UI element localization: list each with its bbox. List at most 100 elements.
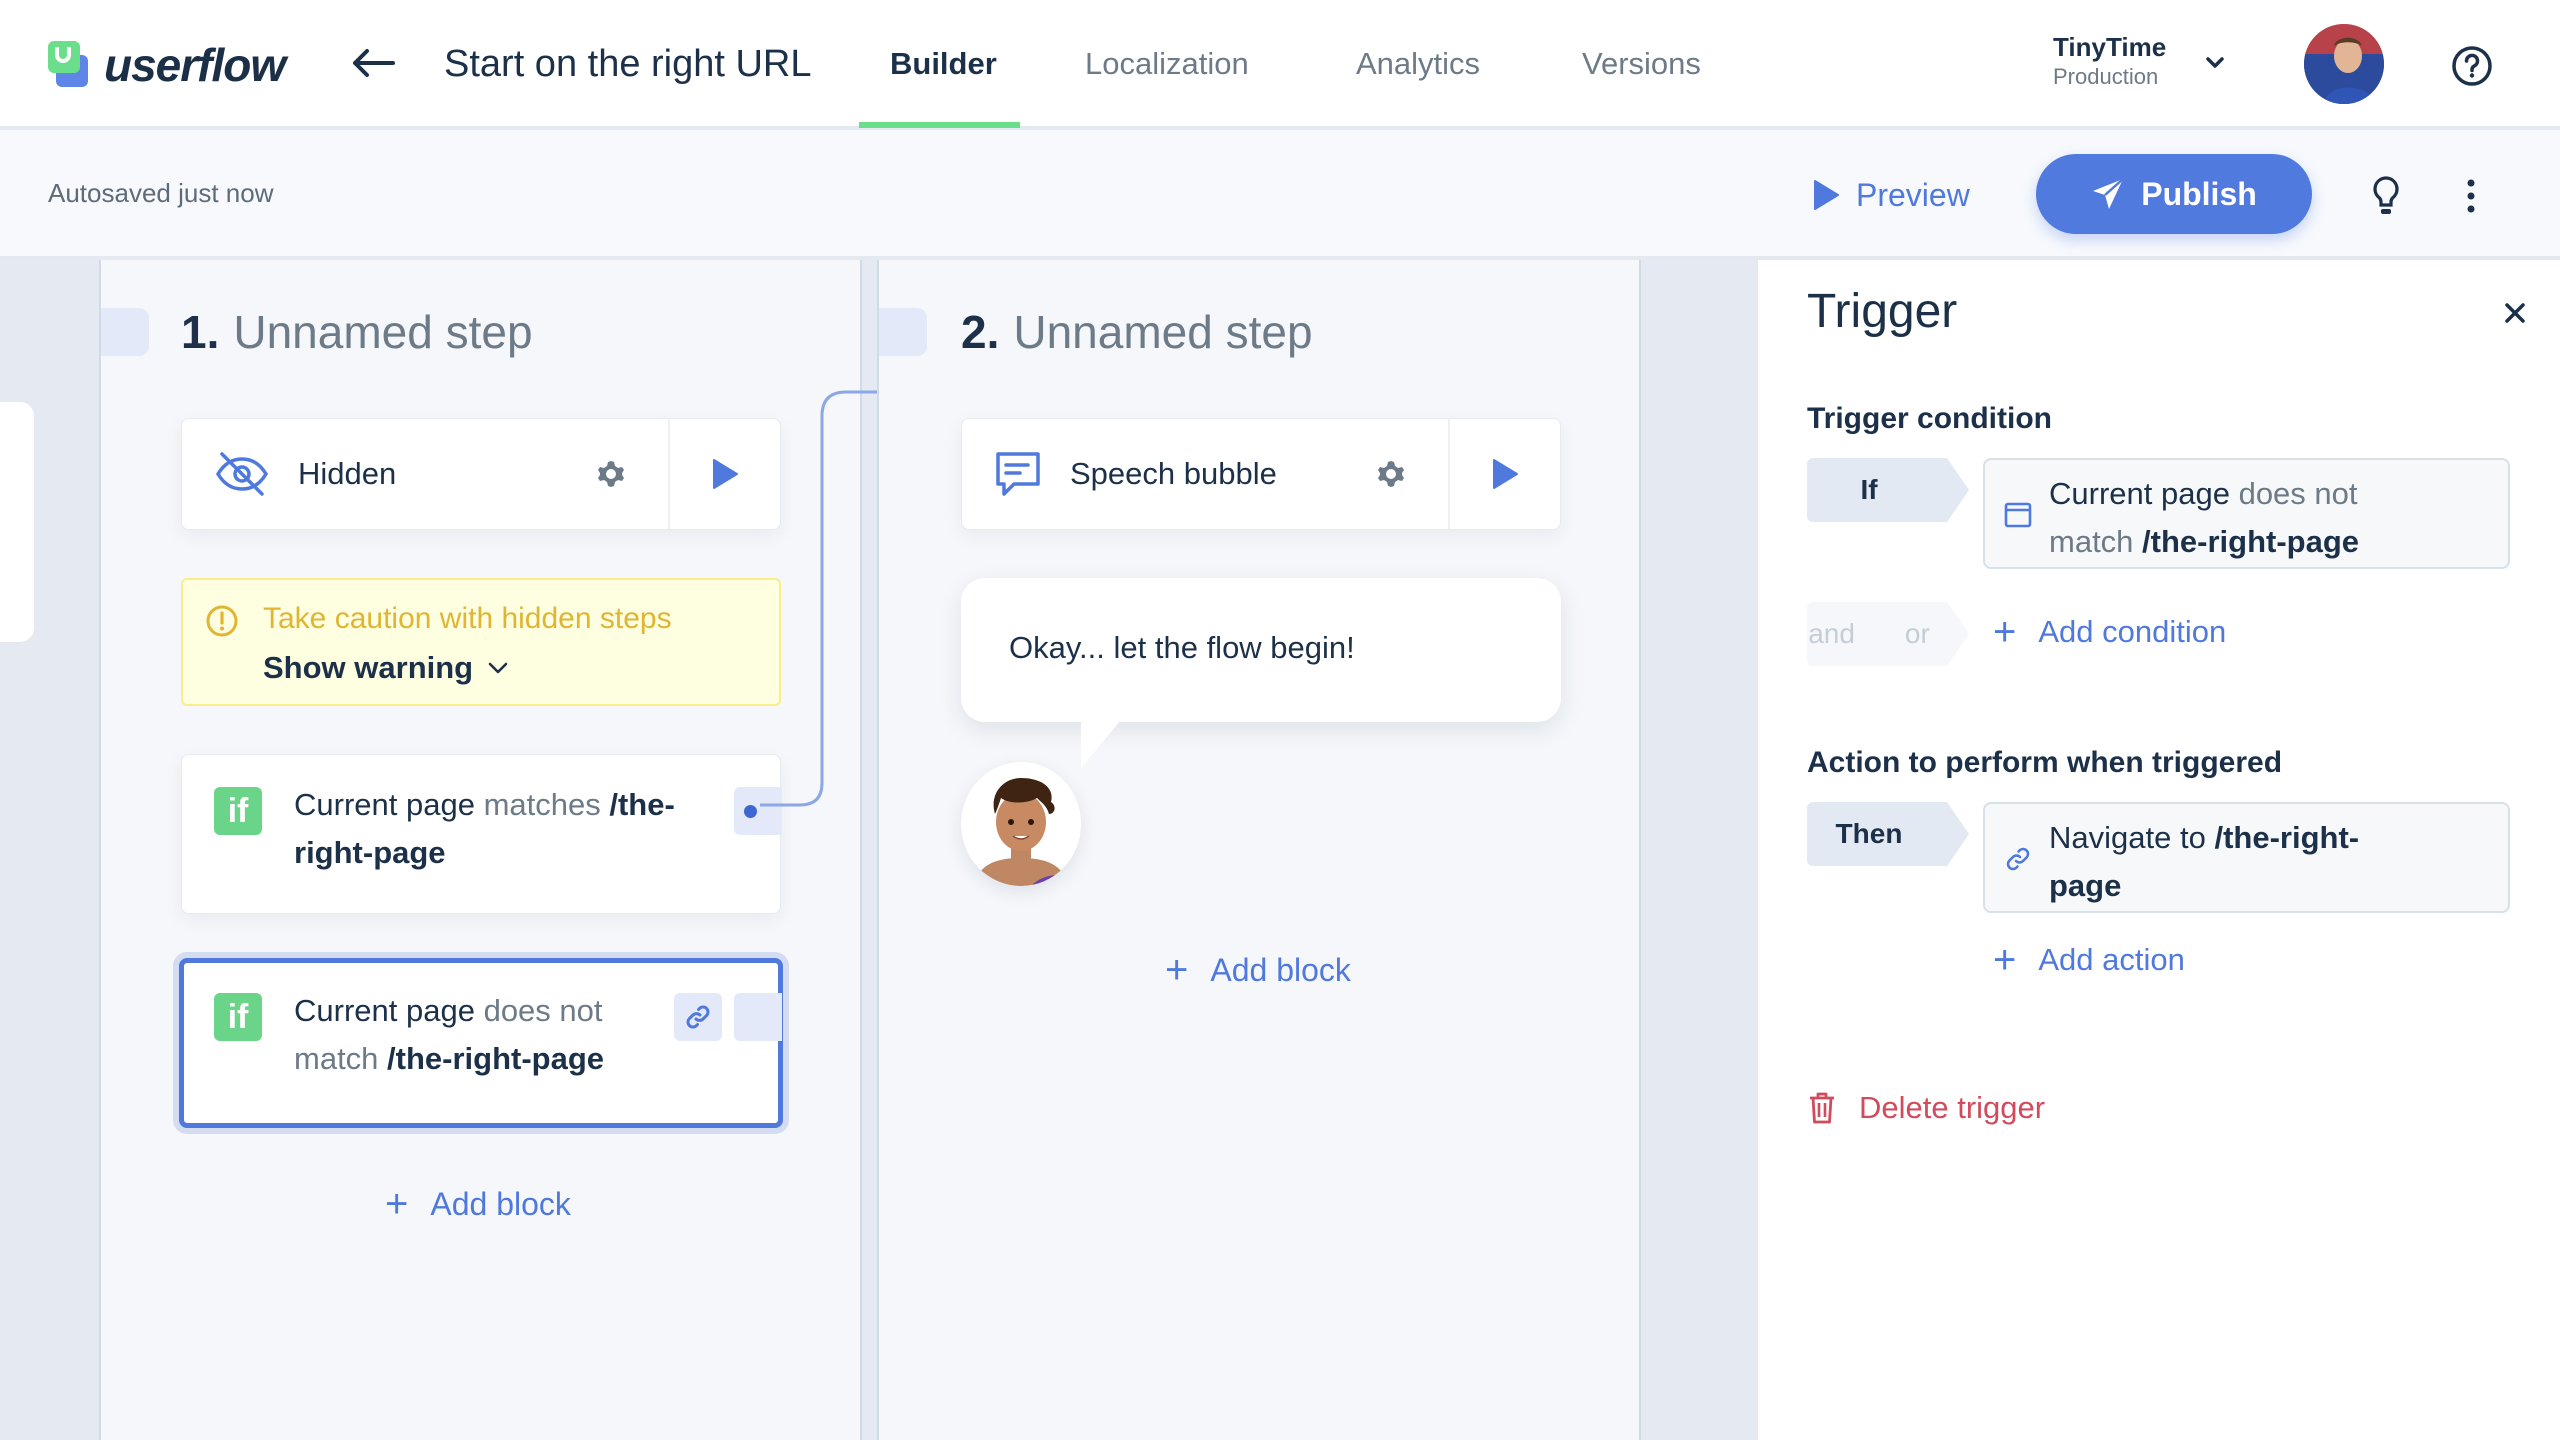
chevron-down-icon — [488, 662, 508, 674]
publish-button[interactable]: Publish — [2036, 154, 2312, 234]
add-action-label: Add action — [2038, 942, 2185, 977]
gear-icon[interactable] — [1374, 457, 1408, 491]
step-number: 2. — [961, 306, 1000, 358]
bubble-text: Okay... let the flow begin! — [1009, 630, 1355, 665]
flow-canvas[interactable]: 1. Unnamed step Hidden Take caution with… — [0, 260, 1758, 1440]
tab-localization[interactable]: Localization — [1085, 44, 1249, 84]
environment-selector[interactable]: TinyTime Production — [2053, 32, 2166, 92]
if-badge: if — [214, 787, 262, 835]
add-action-button[interactable]: + Add action — [1993, 940, 2185, 980]
condition-value: /the-right-page — [2142, 524, 2360, 559]
trigger-condition-heading: Trigger condition — [1807, 402, 2052, 435]
speech-bubble-block-card[interactable]: Speech bubble — [961, 418, 1561, 530]
trigger-condition-text: Current page does not match /the-right-p… — [2049, 470, 2469, 566]
hidden-block-card[interactable]: Hidden — [181, 418, 781, 530]
then-chip: Then — [1807, 802, 1969, 866]
delete-trigger-button[interactable]: Delete trigger — [1807, 1090, 2045, 1126]
add-block-button[interactable]: + Add block — [1165, 950, 1351, 990]
link-icon — [686, 1005, 710, 1029]
panel-title: Trigger — [1807, 285, 1958, 338]
add-block-button[interactable]: + Add block — [385, 1184, 571, 1224]
block-label: Hidden — [298, 456, 397, 491]
condition-subject: Current page — [294, 787, 475, 822]
and-option[interactable]: and — [1808, 618, 1855, 650]
back-button[interactable] — [350, 40, 396, 86]
condition-operator-cont: match — [2049, 524, 2134, 559]
browser-window-icon — [2004, 502, 2032, 528]
chevron-down-icon[interactable] — [2200, 48, 2230, 78]
step-1-title[interactable]: 1. Unnamed step — [181, 300, 533, 364]
action-value: /the-right- — [2214, 820, 2360, 855]
condition-operator: matches — [483, 787, 601, 822]
condition-subject: Current page — [294, 993, 475, 1028]
speech-bubble-icon — [996, 452, 1040, 496]
add-condition-label: Add condition — [2038, 614, 2227, 649]
character-avatar — [973, 778, 1073, 886]
trigger-action-box[interactable]: Navigate to /the-right- page — [1983, 802, 2510, 913]
condition-text: Current page does not match /the-right-p… — [294, 987, 624, 1083]
play-icon — [1493, 459, 1518, 489]
plus-icon: + — [1993, 938, 2017, 982]
if-chip: If — [1807, 458, 1969, 522]
side-panel-collapsed[interactable] — [0, 402, 34, 642]
link-trigger-button[interactable] — [674, 993, 722, 1041]
help-icon[interactable] — [2450, 44, 2494, 88]
flow-title[interactable]: Start on the right URL — [444, 40, 812, 88]
close-icon[interactable] — [2498, 296, 2532, 330]
publish-label: Publish — [2141, 175, 2257, 212]
userflow-logo-icon — [48, 39, 96, 91]
speech-bubble-preview[interactable]: Okay... let the flow begin! — [961, 578, 1561, 768]
step-name: Unnamed step — [233, 306, 533, 358]
if-badge: if — [214, 993, 262, 1041]
delete-trigger-label: Delete trigger — [1859, 1090, 2046, 1125]
and-or-selector[interactable]: and or — [1807, 602, 1969, 666]
userflow-logo[interactable]: userflow — [48, 38, 286, 92]
condition-output-port[interactable] — [734, 993, 782, 1041]
condition-card-selected[interactable]: if Current page does not match /the-righ… — [179, 958, 783, 1128]
environment-stage: Production — [2053, 64, 2159, 89]
show-warning-toggle[interactable]: Show warning — [263, 650, 511, 686]
gear-icon[interactable] — [594, 457, 628, 491]
condition-card[interactable]: if Current page matches /the-right-page — [181, 754, 782, 914]
step-2-title[interactable]: 2. Unnamed step — [961, 300, 1313, 364]
link-icon — [2006, 847, 2030, 871]
add-block-label: Add block — [1210, 951, 1351, 988]
environment-name: TinyTime — [2053, 32, 2167, 62]
condition-operator: does not — [2238, 476, 2358, 511]
eye-off-icon — [215, 452, 269, 496]
tab-analytics[interactable]: Analytics — [1356, 44, 1480, 84]
plus-icon: + — [1165, 948, 1189, 992]
play-icon — [1814, 180, 1839, 210]
step-2-input-port[interactable] — [879, 308, 927, 356]
trigger-condition-box[interactable]: Current page does not match /the-right-p… — [1983, 458, 2510, 569]
add-condition-button[interactable]: + Add condition — [1993, 612, 2226, 652]
show-warning-label: Show warning — [263, 650, 474, 685]
or-option[interactable]: or — [1905, 618, 1930, 650]
step-number: 1. — [181, 306, 220, 358]
more-options-icon[interactable] — [2456, 174, 2486, 218]
trigger-panel: Trigger Trigger condition If Current pag… — [1758, 260, 2560, 1440]
top-header: userflow Start on the right URL Builder … — [0, 0, 2560, 128]
condition-subject: Current page — [2049, 476, 2230, 511]
play-block-button[interactable] — [1448, 419, 1560, 529]
user-photo — [2304, 24, 2384, 104]
plus-icon: + — [1993, 610, 2017, 654]
warning-icon — [206, 605, 238, 637]
lightbulb-icon[interactable] — [2366, 174, 2406, 218]
send-icon — [2093, 178, 2125, 209]
preview-button[interactable]: Preview — [1812, 170, 1970, 220]
action-verb: Navigate to — [2049, 820, 2206, 855]
trigger-action-text: Navigate to /the-right- page — [2049, 814, 2469, 910]
warning-title: Take caution with hidden steps — [263, 602, 672, 635]
step-1-input-port[interactable] — [101, 308, 149, 356]
toolbar: Autosaved just now Preview Publish — [0, 130, 2560, 258]
block-label: Speech bubble — [1070, 456, 1277, 491]
active-tab-indicator — [859, 122, 1020, 128]
tab-versions[interactable]: Versions — [1582, 44, 1701, 84]
user-avatar[interactable] — [2304, 24, 2384, 104]
preview-label: Preview — [1856, 176, 1970, 213]
bubble-avatar — [961, 762, 1081, 886]
tab-builder[interactable]: Builder — [890, 44, 997, 84]
play-icon — [713, 459, 738, 489]
step-column-2: 2. Unnamed step Speech bubble Okay... let… — [877, 260, 1641, 1440]
